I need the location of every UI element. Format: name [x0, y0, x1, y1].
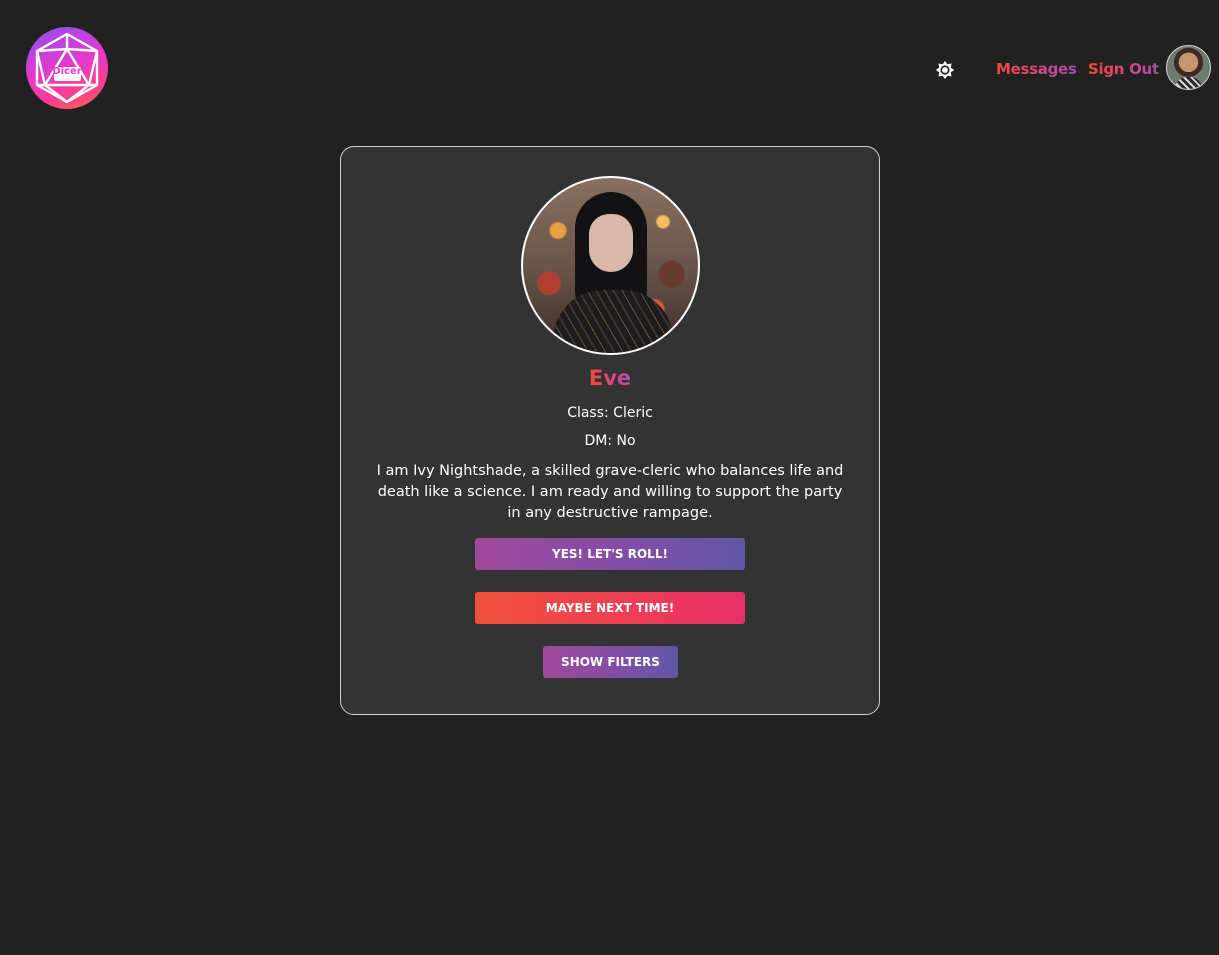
character-name: Eve	[341, 366, 879, 390]
character-class: Class: Cleric	[567, 405, 653, 421]
brightness-icon[interactable]	[934, 59, 956, 81]
photo-armor	[553, 290, 673, 353]
messages-link[interactable]: Messages	[996, 60, 1077, 78]
avatar-shirt	[1175, 77, 1202, 89]
show-filters-button[interactable]: SHOW FILTERS	[543, 646, 678, 678]
photo-face	[589, 214, 633, 272]
dm-status: DM: No	[584, 433, 636, 449]
accept-button[interactable]: YES! LET'S ROLL!	[475, 538, 745, 570]
dicer-logo[interactable]: Dicer	[26, 27, 108, 109]
profile-photo	[521, 176, 700, 355]
profile-card: Eve Class: Cleric DM: No I am Ivy Nights…	[340, 146, 880, 715]
avatar[interactable]	[1166, 45, 1211, 90]
logo-text: Dicer	[52, 66, 82, 77]
character-name-text: Eve	[588, 366, 632, 390]
character-bio: I am Ivy Nightshade, a skilled grave-cle…	[376, 463, 844, 521]
decline-button[interactable]: MAYBE NEXT TIME!	[475, 592, 745, 624]
sign-out-link[interactable]: Sign Out	[1088, 60, 1159, 78]
